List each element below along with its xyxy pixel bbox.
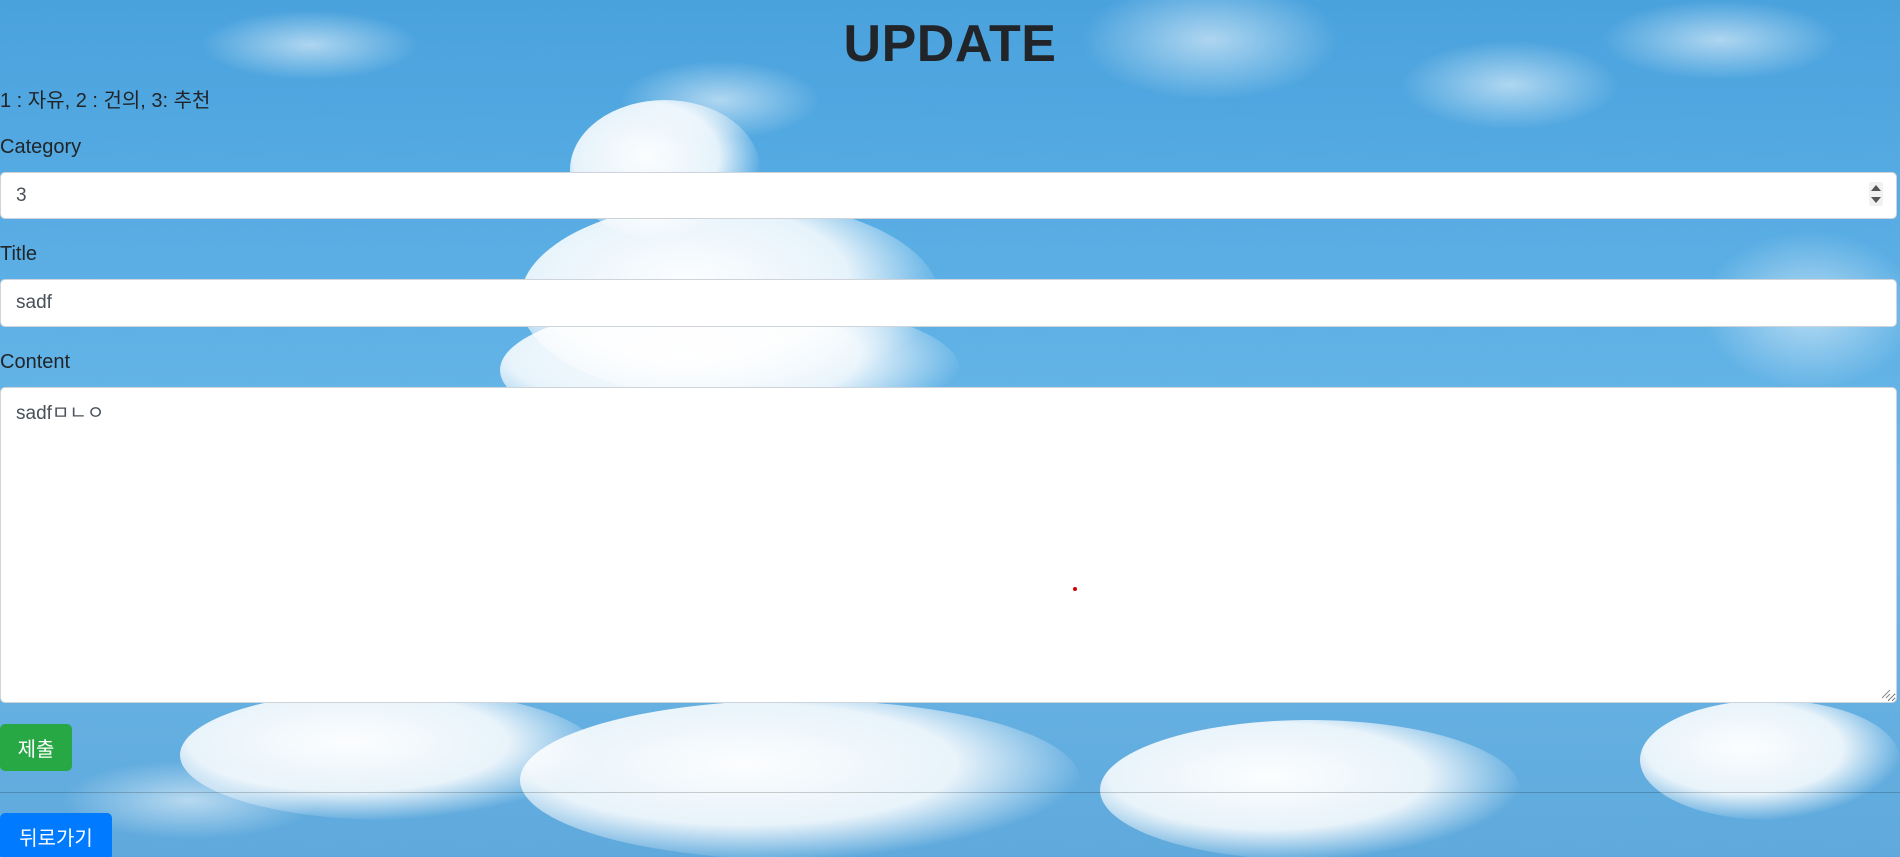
back-button[interactable]: 뒤로가기 xyxy=(0,813,112,857)
page-title: UPDATE xyxy=(843,15,1057,73)
category-input[interactable] xyxy=(0,172,1897,219)
content-label: Content xyxy=(0,351,71,373)
content-textarea[interactable]: sadfㅁㄴㅇ xyxy=(0,387,1897,703)
title-label: Title xyxy=(0,243,38,265)
update-page: UPDATE 1 : 자유, 2 : 건의, 3: 추천 Category Ti… xyxy=(0,0,1900,857)
category-field xyxy=(0,172,1897,219)
spinner-up-icon[interactable] xyxy=(1871,185,1881,191)
category-label: Category xyxy=(0,136,82,158)
resize-grip-icon[interactable] xyxy=(1879,687,1891,699)
number-spinner-icon[interactable] xyxy=(1869,182,1883,206)
spinner-down-icon[interactable] xyxy=(1871,197,1881,203)
divider xyxy=(0,792,1900,793)
mouse-cursor-dot xyxy=(1073,587,1077,591)
category-legend: 1 : 자유, 2 : 건의, 3: 추천 xyxy=(0,90,211,112)
title-input[interactable] xyxy=(0,279,1897,327)
submit-button[interactable]: 제출 xyxy=(0,724,72,771)
